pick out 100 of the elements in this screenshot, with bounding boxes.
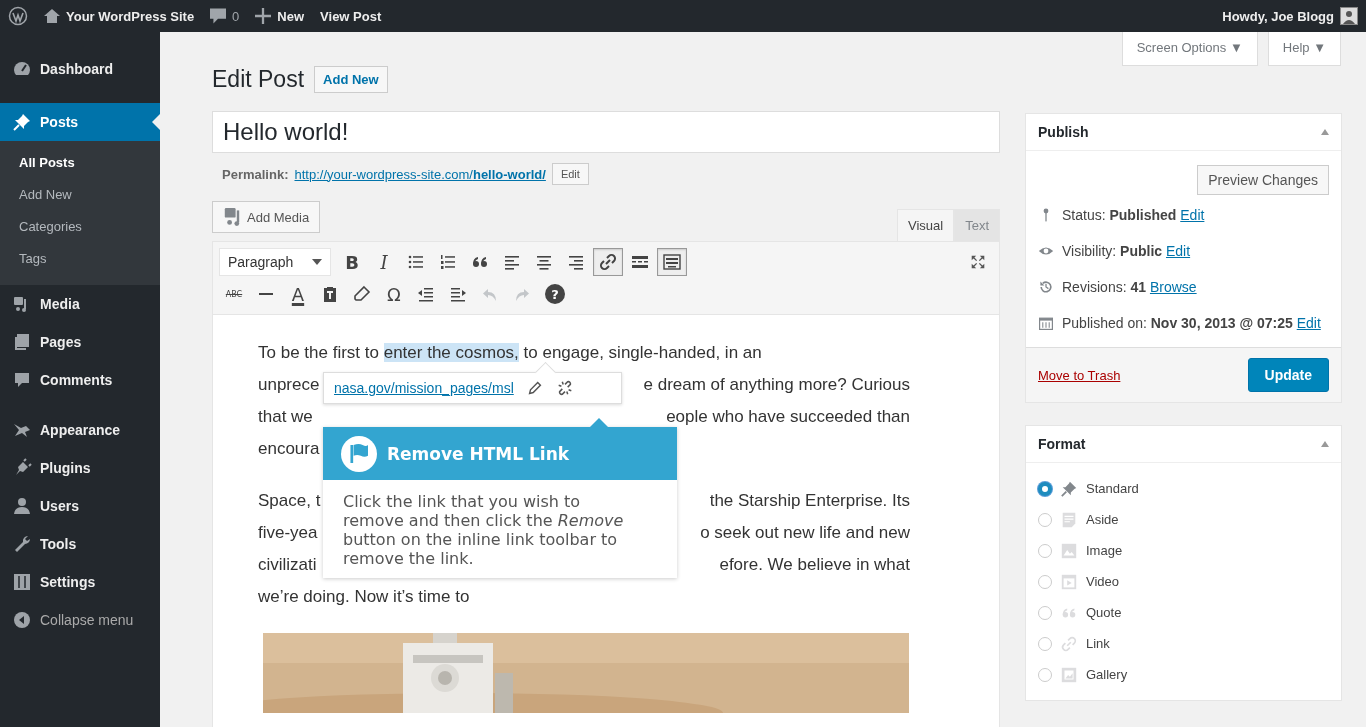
view-post-link[interactable]: View Post [320,8,382,24]
radio-button[interactable] [1038,481,1052,496]
document-icon [1060,510,1078,529]
comments-link[interactable]: 0 [210,8,240,24]
format-option-label: Aside [1086,512,1119,527]
numbered-list-icon [438,252,458,272]
screen-tab[interactable]: Help ▼ [1267,32,1341,66]
toolbar-button[interactable]: I [369,248,399,276]
submenu-item[interactable]: Tags [0,243,160,275]
menu-item[interactable]: Plugins [0,449,160,487]
menu-item[interactable]: Comments [0,361,160,399]
screen-tab[interactable]: Screen Options ▼ [1121,32,1258,66]
permalink-link[interactable]: http://your-wordpress-site.com/hello-world/ [294,166,546,182]
publish-detail-link[interactable]: Edit [1296,315,1321,331]
body-text: encoura [258,438,320,460]
body-text: o seek out new life and new [700,522,910,544]
pages-icon [12,332,32,352]
menu-item[interactable]: Collapse menu [0,601,160,639]
submenu-item[interactable]: All Posts [0,147,160,179]
menu-item[interactable]: Media [0,285,160,323]
body-text: To be the first to enter the cosmos, to engage, single-handed, in an [258,342,762,364]
submenu-item[interactable]: Categories [0,211,160,243]
avatar-icon [1340,7,1358,25]
popover-text: Click the link that you wish to remove and then click the Remove button on the inline link toolbar to remove the link. [342,491,625,570]
menu-item[interactable]: Users [0,487,160,525]
horizontal-line-icon [259,293,273,295]
publish-detail-link[interactable]: Edit [1166,243,1191,259]
pin-icon [1060,479,1078,498]
toolbar-toggle-icon [662,252,682,272]
menu-item[interactable]: Dashboard [0,50,160,88]
toolbar-button[interactable]: ABC [219,280,249,308]
collapse-toggle-icon[interactable] [1321,129,1329,135]
user-icon [12,496,32,516]
submenu-item[interactable]: Add New [0,179,160,211]
body-text: civilizati [258,554,317,576]
toolbar-button[interactable] [657,248,687,276]
body-text: unprece [258,374,320,396]
body-text: the Starship Enterprise. Its [709,490,910,512]
link-url[interactable]: nasa.gov/mission_pages/msl [334,380,514,396]
video-icon [1060,572,1078,591]
format-option-label: Standard [1086,481,1139,496]
home-icon [44,8,60,24]
add-new-button[interactable]: Add New [314,65,388,93]
preview-changes-button[interactable]: Preview Changes [1197,165,1329,195]
menu-item[interactable]: Appearance [0,411,160,449]
format-option-label: Link [1086,636,1110,651]
permalink-edit-button[interactable]: Edit [551,163,589,185]
publish-detail: Visibility: Public Edit [1062,242,1191,261]
comment-icon [210,8,227,24]
toolbar-button[interactable]: Ω [379,280,409,308]
account-menu[interactable]: Howdy, Joe Blogg [1222,7,1358,25]
popover-title: Remove HTML Link [387,443,570,464]
collapse-toggle-icon[interactable] [1321,441,1329,447]
publish-detail: Revisions: 41 Browse [1062,278,1197,297]
plus-icon [255,8,272,24]
gallery-icon [1060,665,1078,684]
comment-icon [12,370,32,390]
sliders-icon [12,572,32,592]
body-text: e dream of anything more? Curious [643,374,910,396]
post-title-field[interactable]: Hello world! [212,111,1000,153]
toolbar-button[interactable]: B [337,248,367,276]
format-dropdown[interactable]: Paragraph [219,248,331,276]
body-text: eople who have succeeded than [666,406,910,428]
publish-detail-link[interactable]: Browse [1149,279,1197,295]
toolbar-button[interactable]: A [283,280,313,308]
menu-item[interactable]: Pages [0,323,160,361]
publish-detail-link[interactable]: Edit [1180,207,1205,223]
new-content-link[interactable]: New [255,8,305,24]
history-icon [1038,279,1054,295]
body-text: five-yea [258,522,318,544]
menu-item[interactable]: Tools [0,525,160,563]
link-icon [598,252,618,272]
permalink-label: Permalink: [222,166,289,182]
flag-icon [341,435,377,472]
body-text: Space, t [258,490,321,512]
box-title: Format [1038,436,1086,452]
fullscreen-icon[interactable] [969,253,987,271]
wordpress-logo-icon[interactable] [8,6,28,26]
toolbar-button[interactable] [593,248,623,276]
box-title: Publish [1038,124,1089,140]
media-icon [223,208,241,226]
page-title: Edit Post [212,65,305,93]
body-text: efore. We believe in what [719,554,910,576]
menu-item[interactable]: Posts [0,103,160,141]
pin-icon [12,112,32,132]
format-option-label: Quote [1086,605,1122,620]
add-media-button[interactable]: Add Media [212,201,321,233]
body-text: we’re doing. Now it’s time to [258,586,470,608]
publish-detail: Status: Published Edit [1062,206,1205,225]
update-button[interactable]: Update [1247,358,1329,392]
image-icon [1060,541,1078,560]
site-name-link[interactable]: Your WordPress Site [44,8,195,24]
format-option-label: Image [1086,543,1123,558]
publish-detail: Published on: Nov 30, 2013 @ 07:25 Edit [1062,314,1321,333]
eraser-icon [352,284,372,304]
format-option-label: Video [1086,574,1119,589]
toolbar-button[interactable]: ? [545,284,565,304]
move-to-trash-link[interactable]: Move to Trash [1038,367,1121,383]
menu-item[interactable]: Settings [0,563,160,601]
editor-tab[interactable]: Visual [896,209,955,241]
